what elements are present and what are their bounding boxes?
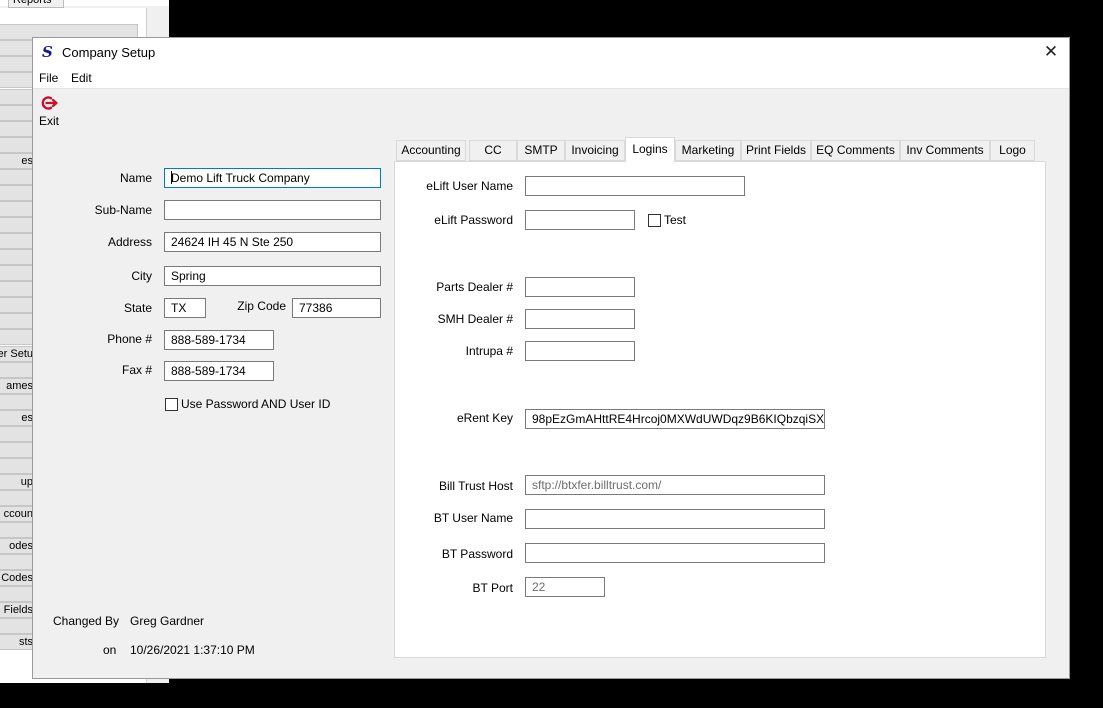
bill-trust-host-label: Bill Trust Host — [438, 479, 513, 493]
tab-cc[interactable]: CC — [469, 140, 517, 161]
state-label: State — [123, 301, 152, 315]
tab-invoicing[interactable]: Invoicing — [565, 140, 625, 161]
erent-key-label: eRent Key — [456, 411, 513, 425]
changed-by-label: Changed By — [53, 614, 120, 628]
name-label: Name — [119, 171, 152, 185]
tab-eq-comments[interactable]: EQ Comments — [811, 140, 900, 161]
background-item-label: ames — [6, 380, 33, 392]
bill-trust-host-field[interactable]: sftp://btxfer.billtrust.com/ — [525, 475, 825, 495]
address-label: Address — [107, 235, 152, 249]
elift-password-field[interactable] — [525, 210, 635, 230]
bt-user-label: BT User Name — [433, 511, 513, 525]
background-item-label: Codes — [1, 572, 33, 584]
smh-dealer-field[interactable] — [525, 309, 635, 329]
parts-dealer-label: Parts Dealer # — [436, 280, 513, 294]
zip-code-label: Zip Code — [237, 299, 286, 313]
tab-accounting[interactable]: Accounting — [396, 140, 466, 161]
bt-password-label: BT Password — [441, 547, 513, 561]
fax-field[interactable]: 888-589-1734 — [164, 361, 274, 381]
background-reports-tab[interactable]: Reports — [8, 0, 64, 8]
phone-field[interactable]: 888-589-1734 — [164, 330, 274, 350]
background-item-label: odes — [9, 540, 33, 552]
city-field[interactable]: Spring — [164, 266, 381, 286]
use-password-checkbox[interactable] — [165, 398, 178, 411]
title-bar[interactable]: S Company Setup ✕ — [33, 38, 1069, 68]
bt-password-field[interactable] — [525, 543, 825, 563]
fax-label: Fax # — [121, 363, 152, 377]
menu-edit[interactable]: Edit — [71, 71, 92, 85]
menu-file[interactable]: File — [39, 71, 58, 85]
intrupa-label: Intrupa # — [465, 344, 513, 358]
address-field[interactable]: 24624 IH 45 N Ste 250 — [164, 232, 381, 252]
bt-port-field[interactable]: 22 — [525, 577, 605, 597]
bt-port-label: BT Port — [472, 581, 513, 595]
use-password-label: Use Password AND User ID — [181, 397, 331, 411]
elift-user-field[interactable] — [525, 176, 745, 196]
app-logo-icon: S — [42, 43, 53, 61]
tab-marketing[interactable]: Marketing — [675, 140, 741, 161]
tab-print-fields[interactable]: Print Fields — [741, 140, 811, 161]
menu-bar: File Edit — [33, 68, 1069, 89]
exit-icon — [41, 96, 58, 110]
subname-label: Sub-Name — [94, 203, 152, 217]
parts-dealer-field[interactable] — [525, 277, 635, 297]
changed-by-value: Greg Gardner — [130, 614, 205, 628]
background-item-label: Fields — [3, 604, 33, 616]
exit-label: Exit — [39, 114, 60, 128]
erent-key-field[interactable]: 98pEzGmAHttRE4Hrcoj0MXWdUWDqz9B6KIQbzqiS… — [525, 409, 825, 429]
background-item-label: ccoun — [3, 508, 33, 520]
background-item-label: sts — [18, 636, 33, 648]
exit-button[interactable]: Exit — [37, 95, 63, 129]
phone-label: Phone # — [107, 332, 152, 346]
tab-inv-comments[interactable]: Inv Comments — [900, 140, 990, 161]
smh-dealer-label: SMH Dealer # — [437, 312, 513, 326]
bt-user-field[interactable] — [525, 509, 825, 529]
zip-code-field[interactable]: 77386 — [292, 298, 381, 318]
subname-field[interactable] — [164, 200, 381, 220]
name-value: Demo Lift Truck Company — [171, 171, 310, 185]
company-setup-window: S Company Setup ✕ File Edit Exit Name De… — [32, 37, 1070, 679]
elift-password-label: eLift Password — [434, 213, 513, 227]
test-label: Test — [664, 213, 687, 227]
test-checkbox[interactable] — [648, 214, 661, 227]
window-title: Company Setup — [62, 45, 156, 60]
intrupa-field[interactable] — [525, 341, 635, 361]
elift-user-label: eLift User Name — [426, 179, 513, 193]
changed-on-value: 10/26/2021 1:37:10 PM — [130, 643, 255, 657]
tab-logins[interactable]: Logins — [625, 137, 675, 162]
tab-smtp[interactable]: SMTP — [517, 140, 565, 161]
state-field[interactable]: TX — [164, 298, 206, 318]
close-button[interactable]: ✕ — [1041, 42, 1061, 62]
name-field[interactable]: Demo Lift Truck Company — [164, 168, 381, 188]
tab-logo[interactable]: Logo — [990, 140, 1035, 161]
changed-on-label: on — [103, 643, 117, 657]
background-item-label: er Setu — [0, 348, 33, 360]
city-label: City — [131, 269, 152, 283]
